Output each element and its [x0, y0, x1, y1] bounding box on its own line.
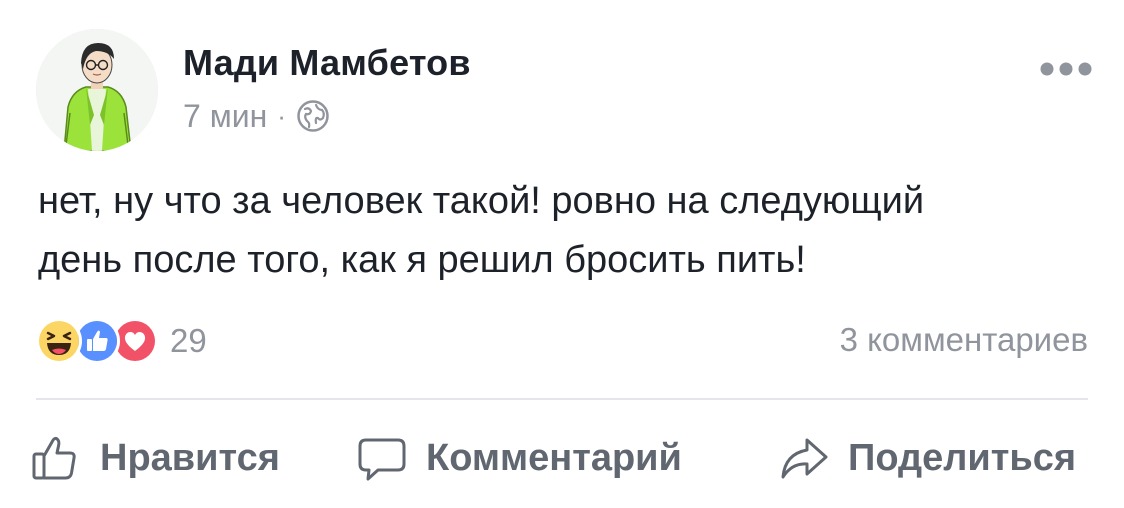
ellipsis-icon[interactable] [1038, 58, 1094, 80]
facebook-post: Мади Мамбетов 7 мин · нет, ну что за чел… [0, 0, 1124, 508]
comment-label: Комментарий [426, 436, 682, 479]
reaction-count[interactable]: 29 [170, 322, 207, 360]
thumbs-up-icon [32, 436, 76, 480]
post-time[interactable]: 7 мин [183, 98, 267, 135]
divider [36, 398, 1088, 400]
like-label: Нравится [100, 436, 280, 479]
comment-button[interactable]: Комментарий [356, 430, 682, 486]
share-icon [781, 438, 828, 479]
share-label: Поделиться [848, 436, 1077, 479]
like-button[interactable]: Нравится [30, 430, 280, 486]
share-button[interactable]: Поделиться [778, 430, 1076, 486]
globe-icon[interactable] [296, 99, 330, 133]
avatar[interactable] [36, 29, 158, 151]
meta-separator: · [277, 100, 286, 131]
avatar-illustration [36, 29, 158, 151]
author-name[interactable]: Мади Мамбетов [183, 42, 471, 84]
comment-icon [358, 438, 406, 481]
post-meta: 7 мин · [183, 96, 330, 136]
haha-icon [36, 318, 82, 364]
comment-count[interactable]: 3 комментариев [840, 321, 1088, 359]
post-text: нет, ну что за человек такой! ровно на с… [38, 180, 925, 281]
reaction-summary[interactable]: 29 [36, 318, 207, 364]
